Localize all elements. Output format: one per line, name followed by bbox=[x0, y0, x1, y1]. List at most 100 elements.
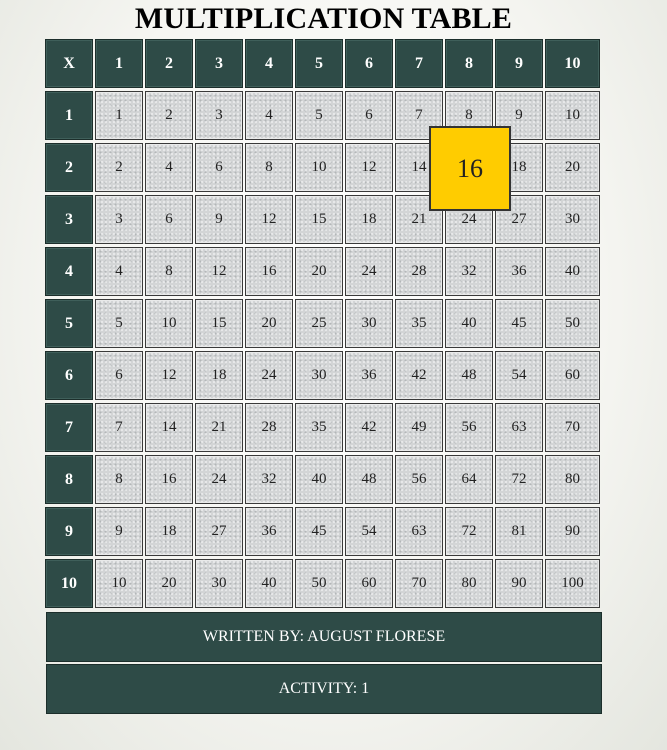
table-cell: 48 bbox=[345, 455, 393, 504]
table-cell: 72 bbox=[445, 507, 493, 556]
table-cell: 40 bbox=[445, 299, 493, 348]
table-cell: 20 bbox=[295, 247, 343, 296]
table-cell: 16 bbox=[245, 247, 293, 296]
table-cell: 8 bbox=[145, 247, 193, 296]
table-cell: 14 bbox=[145, 403, 193, 452]
row-header: 8 bbox=[45, 455, 93, 504]
table-cell: 42 bbox=[395, 351, 443, 400]
table-cell: 36 bbox=[245, 507, 293, 556]
table-cell: 24 bbox=[345, 247, 393, 296]
table-cell: 54 bbox=[495, 351, 543, 400]
table-cell: 5 bbox=[295, 91, 343, 140]
table-cell: 9 bbox=[95, 507, 143, 556]
table-cell: 15 bbox=[195, 299, 243, 348]
table-cell: 12 bbox=[345, 143, 393, 192]
table-cell: 54 bbox=[345, 507, 393, 556]
table-cell: 20 bbox=[245, 299, 293, 348]
table-cell: 6 bbox=[195, 143, 243, 192]
table-cell: 90 bbox=[545, 507, 600, 556]
table-cell: 45 bbox=[295, 507, 343, 556]
table-cell: 100 bbox=[545, 559, 600, 608]
multiplication-grid: X123456789101123456789102246810121416182… bbox=[45, 39, 602, 610]
table-cell: 30 bbox=[195, 559, 243, 608]
table-cell: 18 bbox=[345, 195, 393, 244]
table-cell: 12 bbox=[195, 247, 243, 296]
table-cell: 40 bbox=[545, 247, 600, 296]
table-cell: 30 bbox=[295, 351, 343, 400]
row-header: 3 bbox=[45, 195, 93, 244]
table-cell: 4 bbox=[245, 91, 293, 140]
row-header: 1 bbox=[45, 91, 93, 140]
table-cell: 45 bbox=[495, 299, 543, 348]
table-cell: 24 bbox=[245, 351, 293, 400]
table-cell: 2 bbox=[145, 91, 193, 140]
table-cell: 90 bbox=[495, 559, 543, 608]
table-cell: 10 bbox=[295, 143, 343, 192]
table-cell: 72 bbox=[495, 455, 543, 504]
table-cell: 56 bbox=[445, 403, 493, 452]
table-cell: 56 bbox=[395, 455, 443, 504]
column-header: 2 bbox=[145, 39, 193, 88]
table-cell: 28 bbox=[395, 247, 443, 296]
table-cell: 48 bbox=[445, 351, 493, 400]
table-cell: 36 bbox=[495, 247, 543, 296]
table-cell: 35 bbox=[295, 403, 343, 452]
row-header: 10 bbox=[45, 559, 93, 608]
column-header: 3 bbox=[195, 39, 243, 88]
table-cell: 3 bbox=[195, 91, 243, 140]
corner-header: X bbox=[45, 39, 93, 88]
table-cell: 60 bbox=[345, 559, 393, 608]
table-cell: 12 bbox=[245, 195, 293, 244]
table-cell: 4 bbox=[145, 143, 193, 192]
column-header: 5 bbox=[295, 39, 343, 88]
table-cell: 3 bbox=[95, 195, 143, 244]
table-cell: 40 bbox=[295, 455, 343, 504]
table-cell: 49 bbox=[395, 403, 443, 452]
table-cell: 9 bbox=[195, 195, 243, 244]
table-cell: 32 bbox=[245, 455, 293, 504]
row-header: 9 bbox=[45, 507, 93, 556]
table-cell: 16 bbox=[145, 455, 193, 504]
row-header: 5 bbox=[45, 299, 93, 348]
table-cell: 12 bbox=[145, 351, 193, 400]
row-header: 7 bbox=[45, 403, 93, 452]
table-cell: 80 bbox=[545, 455, 600, 504]
table-cell: 20 bbox=[545, 143, 600, 192]
table-cell: 36 bbox=[345, 351, 393, 400]
table-cell: 35 bbox=[395, 299, 443, 348]
table-cell: 24 bbox=[195, 455, 243, 504]
highlight-popup: 16 bbox=[429, 126, 511, 211]
table-cell: 8 bbox=[95, 455, 143, 504]
table-cell: 30 bbox=[545, 195, 600, 244]
table-cell: 7 bbox=[95, 403, 143, 452]
table-cell: 81 bbox=[495, 507, 543, 556]
column-header: 9 bbox=[495, 39, 543, 88]
column-header: 6 bbox=[345, 39, 393, 88]
table-cell: 6 bbox=[95, 351, 143, 400]
table-cell: 27 bbox=[195, 507, 243, 556]
table-cell: 42 bbox=[345, 403, 393, 452]
table-cell: 4 bbox=[95, 247, 143, 296]
table-cell: 18 bbox=[195, 351, 243, 400]
table-cell: 32 bbox=[445, 247, 493, 296]
table-cell: 6 bbox=[345, 91, 393, 140]
page-title: MULTIPLICATION TABLE bbox=[134, 2, 513, 35]
table-cell: 5 bbox=[95, 299, 143, 348]
table-cell: 18 bbox=[145, 507, 193, 556]
table-cell: 15 bbox=[295, 195, 343, 244]
table-cell: 60 bbox=[545, 351, 600, 400]
table-cell: 25 bbox=[295, 299, 343, 348]
table-cell: 63 bbox=[495, 403, 543, 452]
table-cell: 64 bbox=[445, 455, 493, 504]
table-cell: 30 bbox=[345, 299, 393, 348]
table-cell: 80 bbox=[445, 559, 493, 608]
row-header: 2 bbox=[45, 143, 93, 192]
table-cell: 63 bbox=[395, 507, 443, 556]
table-cell: 28 bbox=[245, 403, 293, 452]
table-cell: 50 bbox=[295, 559, 343, 608]
table-cell: 10 bbox=[95, 559, 143, 608]
table-cell: 10 bbox=[545, 91, 600, 140]
table-cell: 21 bbox=[195, 403, 243, 452]
table-cell: 6 bbox=[145, 195, 193, 244]
row-header: 6 bbox=[45, 351, 93, 400]
